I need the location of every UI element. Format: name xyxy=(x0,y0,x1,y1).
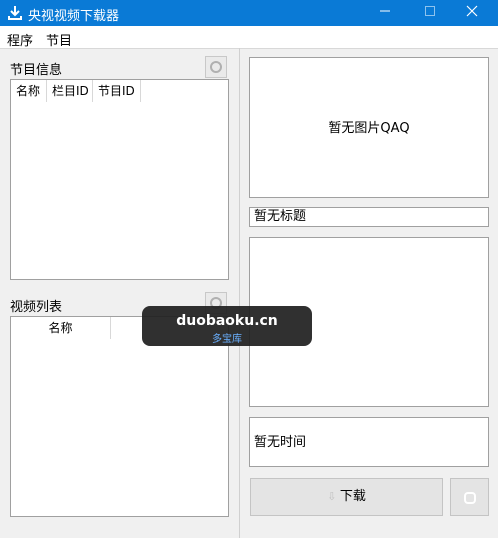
refresh-icon xyxy=(210,61,222,73)
preview-image: 暂无图片QAQ xyxy=(249,57,489,198)
maximize-icon xyxy=(425,6,435,16)
download-button[interactable]: ⇩ 下载 xyxy=(250,478,443,516)
column-header-program-id[interactable]: 节目ID xyxy=(93,80,141,102)
watermark-domain: duobaoku.cn xyxy=(176,313,278,329)
menu-bar: 程序 节目 xyxy=(0,26,498,49)
close-icon xyxy=(466,5,478,17)
column-header-name[interactable]: 名称 xyxy=(11,80,47,102)
download-button-label: 下载 xyxy=(339,489,366,504)
video-list-label: 视频列表 xyxy=(10,300,63,315)
minimize-icon xyxy=(380,10,390,12)
menu-program-list[interactable]: 节目 xyxy=(46,30,72,49)
panel-splitter[interactable] xyxy=(239,48,240,538)
watermark-name: 多宝库 xyxy=(212,334,242,345)
time-field[interactable]: 暂无时间 xyxy=(249,417,489,467)
watermark-overlay: duobaoku.cn 多宝库 xyxy=(142,306,312,346)
title-bar: 央视视频下载器 xyxy=(0,0,498,26)
column-header-video-name[interactable]: 名称 xyxy=(11,317,111,339)
download-icon: ⇩ xyxy=(327,490,340,503)
refresh-icon xyxy=(463,492,476,504)
video-list-table[interactable]: 名称 xyxy=(10,316,229,517)
minimize-button[interactable] xyxy=(365,0,405,26)
close-button[interactable] xyxy=(452,0,492,26)
window-title: 央视视频下载器 xyxy=(28,9,120,24)
program-info-label: 节目信息 xyxy=(10,63,63,78)
program-info-table[interactable]: 名称 栏目ID 节目ID xyxy=(10,79,229,280)
settings-button[interactable] xyxy=(450,478,489,516)
menu-program[interactable]: 程序 xyxy=(7,30,33,49)
program-refresh-button[interactable] xyxy=(205,56,227,78)
column-header-column-id[interactable]: 栏目ID xyxy=(47,80,93,102)
title-field[interactable]: 暂无标题 xyxy=(249,207,489,227)
maximize-button[interactable] xyxy=(410,0,450,26)
download-app-icon xyxy=(8,6,22,20)
